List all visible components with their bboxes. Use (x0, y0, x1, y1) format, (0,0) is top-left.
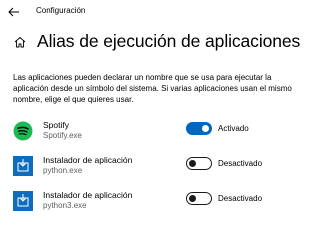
page-title: Alias de ejecución de aplicaciones (37, 31, 301, 51)
app-executable: Spotify.exe (43, 131, 82, 140)
alias-toggle-python[interactable] (186, 157, 212, 170)
app-executable: python.exe (43, 166, 83, 175)
home-icon[interactable] (14, 36, 26, 48)
alias-toggle-spotify[interactable] (186, 122, 212, 135)
toggle-status-label: Desactivado (218, 194, 263, 203)
toggle-knob (202, 125, 209, 132)
page-description: Las aplicaciones pueden declarar un nomb… (13, 73, 292, 104)
toggle-knob (189, 159, 196, 167)
alias-row-python: Instalador de aplicación python.exe Desa… (13, 153, 293, 181)
toggle-knob (189, 194, 196, 202)
app-installer-icon (13, 156, 33, 176)
app-installer-icon (13, 191, 33, 211)
window-title: Configuración (36, 6, 86, 15)
toggle-status-label: Activado (218, 124, 249, 133)
spotify-icon (13, 121, 33, 141)
alias-row-python3: Instalador de aplicación python3.exe Des… (13, 188, 293, 216)
alias-row-spotify: Spotify Spotify.exe Activado (13, 118, 293, 146)
app-name: Instalador de aplicación (43, 190, 133, 200)
toggle-status-label: Desactivado (218, 159, 263, 168)
back-arrow-icon[interactable] (8, 7, 20, 17)
title-bar: Configuración (0, 0, 300, 24)
alias-toggle-python3[interactable] (186, 192, 212, 205)
app-name: Spotify (43, 120, 69, 130)
app-executable: python3.exe (43, 201, 87, 210)
app-name: Instalador de aplicación (43, 155, 133, 165)
